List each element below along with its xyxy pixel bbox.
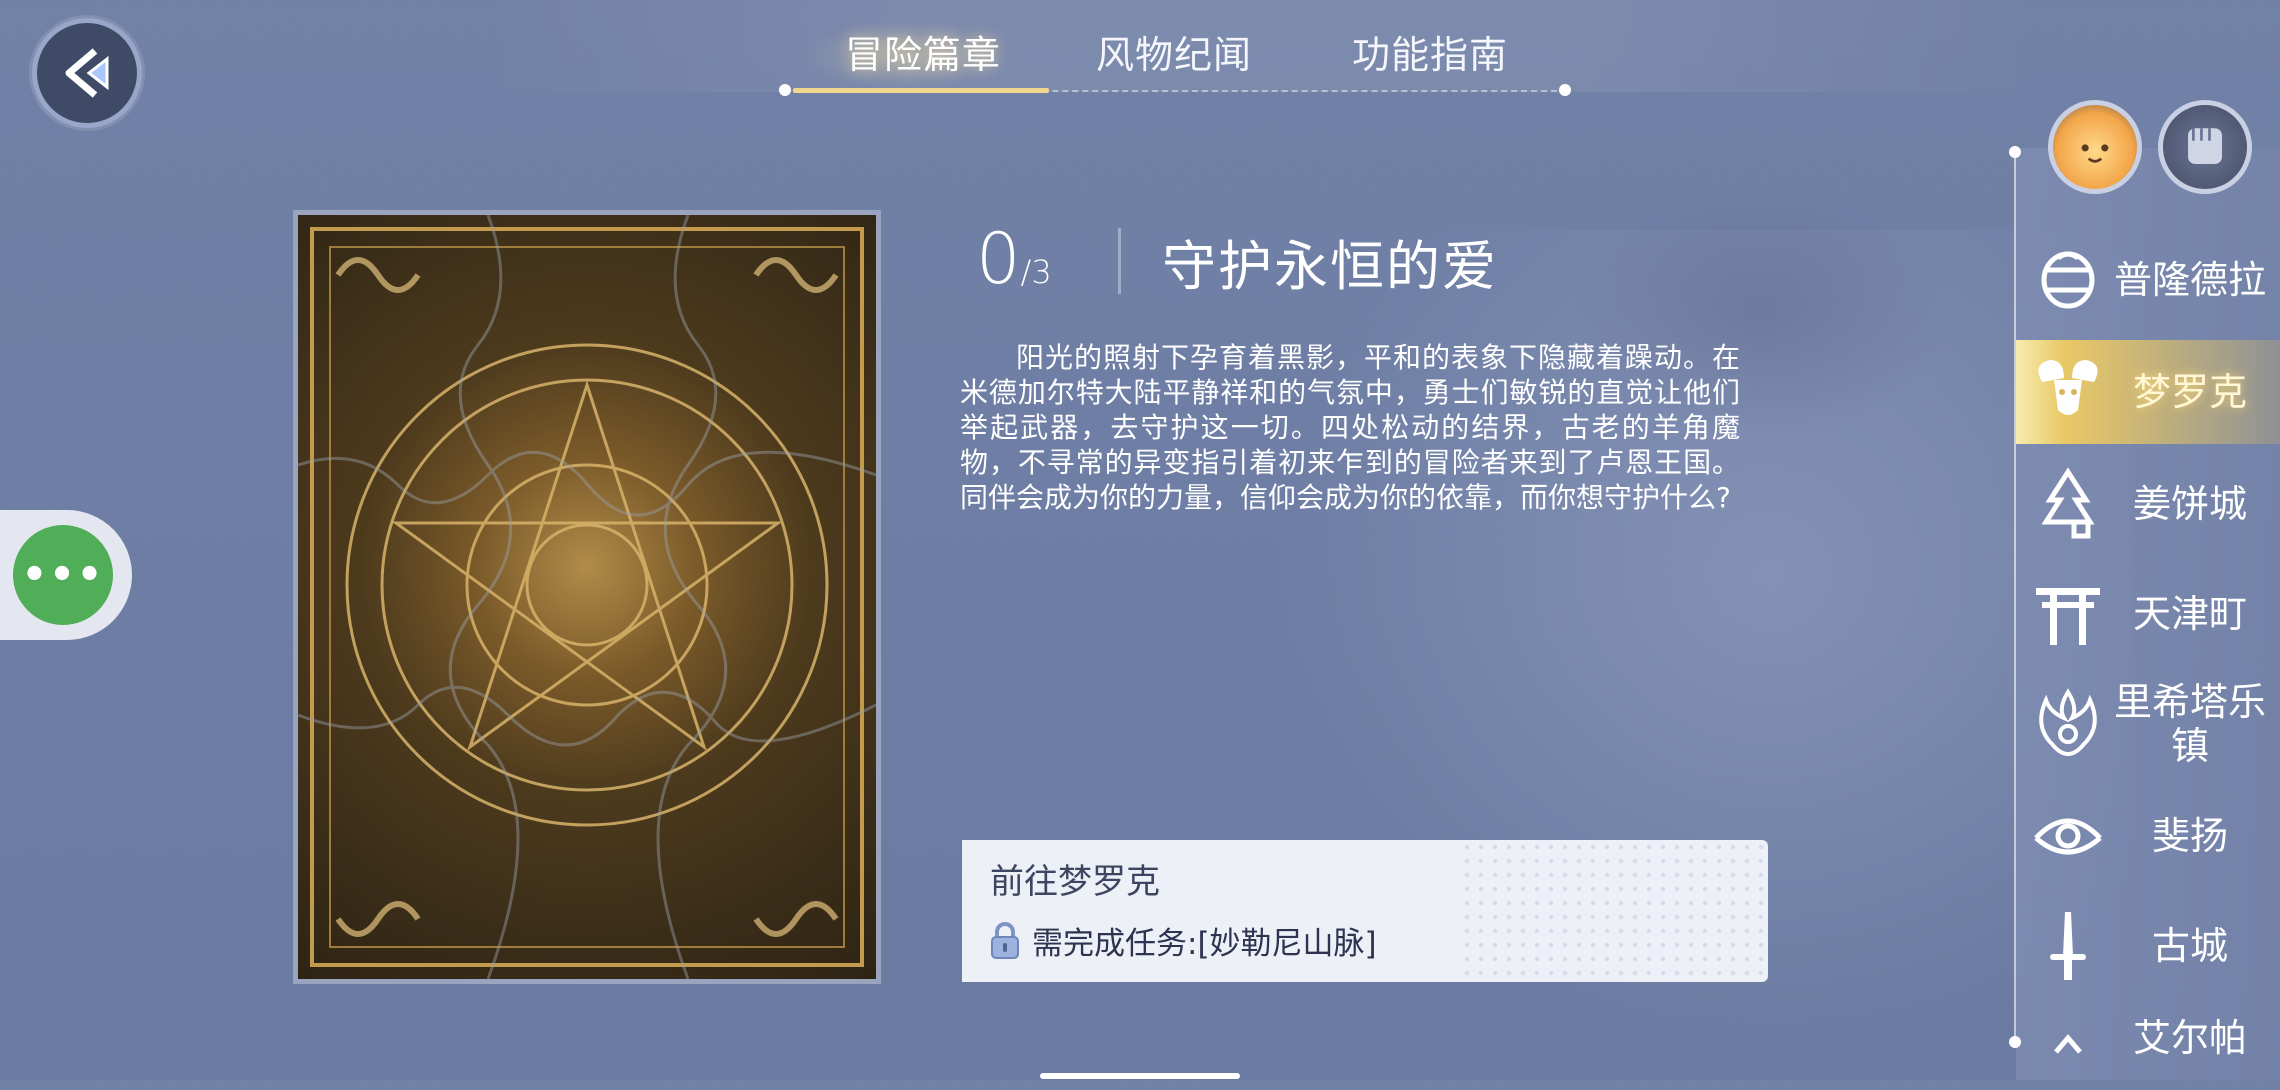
- region-label-amatsu: 天津町: [2132, 592, 2247, 636]
- active-tab-underline: [793, 88, 1049, 93]
- progress-total: /3: [1020, 253, 1052, 291]
- progress-current: 0: [976, 218, 1021, 300]
- fist-icon: [2188, 128, 2222, 164]
- region-label-lighthalzen: 里希塔乐镇: [2113, 680, 2266, 768]
- region-item-morroc[interactable]: 梦罗克: [2016, 340, 2280, 444]
- unlock-requirement-text: 需完成任务:[妙勒尼山脉]: [1032, 926, 1377, 962]
- goto-region-title: 前往梦罗克: [990, 862, 1160, 902]
- prontera-emblem-icon: [2041, 251, 2095, 309]
- region-item-amatsu[interactable]: 天津町: [2016, 562, 2280, 666]
- chapter-title: 守护永恒的爱: [1162, 235, 1498, 298]
- lock-icon: [991, 921, 1019, 959]
- rail-dot-top: [2009, 146, 2021, 158]
- gingerbread-tree-icon: [2041, 467, 2095, 539]
- region-label-ancient-city: 古城: [2151, 924, 2228, 968]
- chapter-progress: 0/3: [976, 218, 1052, 300]
- unlock-requirement: 需完成任务:[妙勒尼山脉]: [990, 918, 1377, 963]
- puzzle-card-frame: [293, 210, 881, 984]
- tab-function-guide[interactable]: 功能指南: [1352, 24, 1508, 79]
- region-label-morroc: 梦罗克: [2132, 370, 2247, 414]
- tab-bar: 冒险篇章 风物纪闻 功能指南: [779, 20, 1571, 96]
- tab-adventure-chapters[interactable]: 冒险篇章: [845, 24, 1001, 79]
- back-arrow-icon: [65, 48, 109, 98]
- title-divider: [1118, 228, 1121, 294]
- region-label-gingerbread-city: 姜饼城: [2132, 482, 2247, 526]
- torii-gate-icon: [2036, 588, 2100, 645]
- floating-menu[interactable]: •••: [0, 510, 132, 640]
- tab-line-dot-right: [1559, 84, 1571, 96]
- more-dots-icon: •••: [21, 552, 105, 598]
- partial-emblem-icon: [2054, 1034, 2082, 1054]
- tab-line-dot-left: [779, 84, 791, 96]
- region-item-prontera[interactable]: 普隆德拉: [2016, 228, 2280, 332]
- region-item-ancient-city[interactable]: 古城: [2016, 894, 2280, 998]
- poring-avatar-button[interactable]: [2048, 100, 2142, 194]
- home-indicator[interactable]: [1040, 1073, 1240, 1079]
- region-label-aldebaran: 艾尔帕: [2132, 1016, 2247, 1060]
- ram-skull-icon: [2038, 360, 2098, 415]
- region-item-aldebaran[interactable]: 艾尔帕: [2016, 1008, 2280, 1080]
- region-item-lighthalzen[interactable]: 里希塔乐镇: [2016, 672, 2280, 776]
- back-button[interactable]: [32, 18, 142, 128]
- poring-face-icon: [2081, 144, 2109, 163]
- puzzle-card[interactable]: [298, 215, 876, 979]
- chapter-story-text: 阳光的照射下孕育着黑影，平和的表象下隐藏着躁动。在米德加尔特大陆平静祥和的气氛中…: [960, 341, 1740, 514]
- region-label-payon: 斐扬: [2151, 814, 2228, 858]
- fist-avatar-button[interactable]: [2158, 100, 2252, 194]
- eye-emblem-icon: [2034, 818, 2102, 855]
- region-item-gingerbread-city[interactable]: 姜饼城: [2016, 452, 2280, 556]
- sword-emblem-icon: [2050, 912, 2086, 980]
- region-item-payon[interactable]: 斐扬: [2016, 784, 2280, 888]
- flame-emblem-icon: [2039, 688, 2097, 757]
- more-options-button[interactable]: •••: [13, 525, 113, 625]
- tab-local-lore[interactable]: 风物纪闻: [1096, 24, 1252, 79]
- region-label-prontera: 普隆德拉: [2113, 258, 2266, 302]
- goto-region-box[interactable]: 前往梦罗克 需完成任务:[妙勒尼山脉]: [962, 840, 1768, 982]
- magic-circle-puzzle-icon: [298, 215, 876, 979]
